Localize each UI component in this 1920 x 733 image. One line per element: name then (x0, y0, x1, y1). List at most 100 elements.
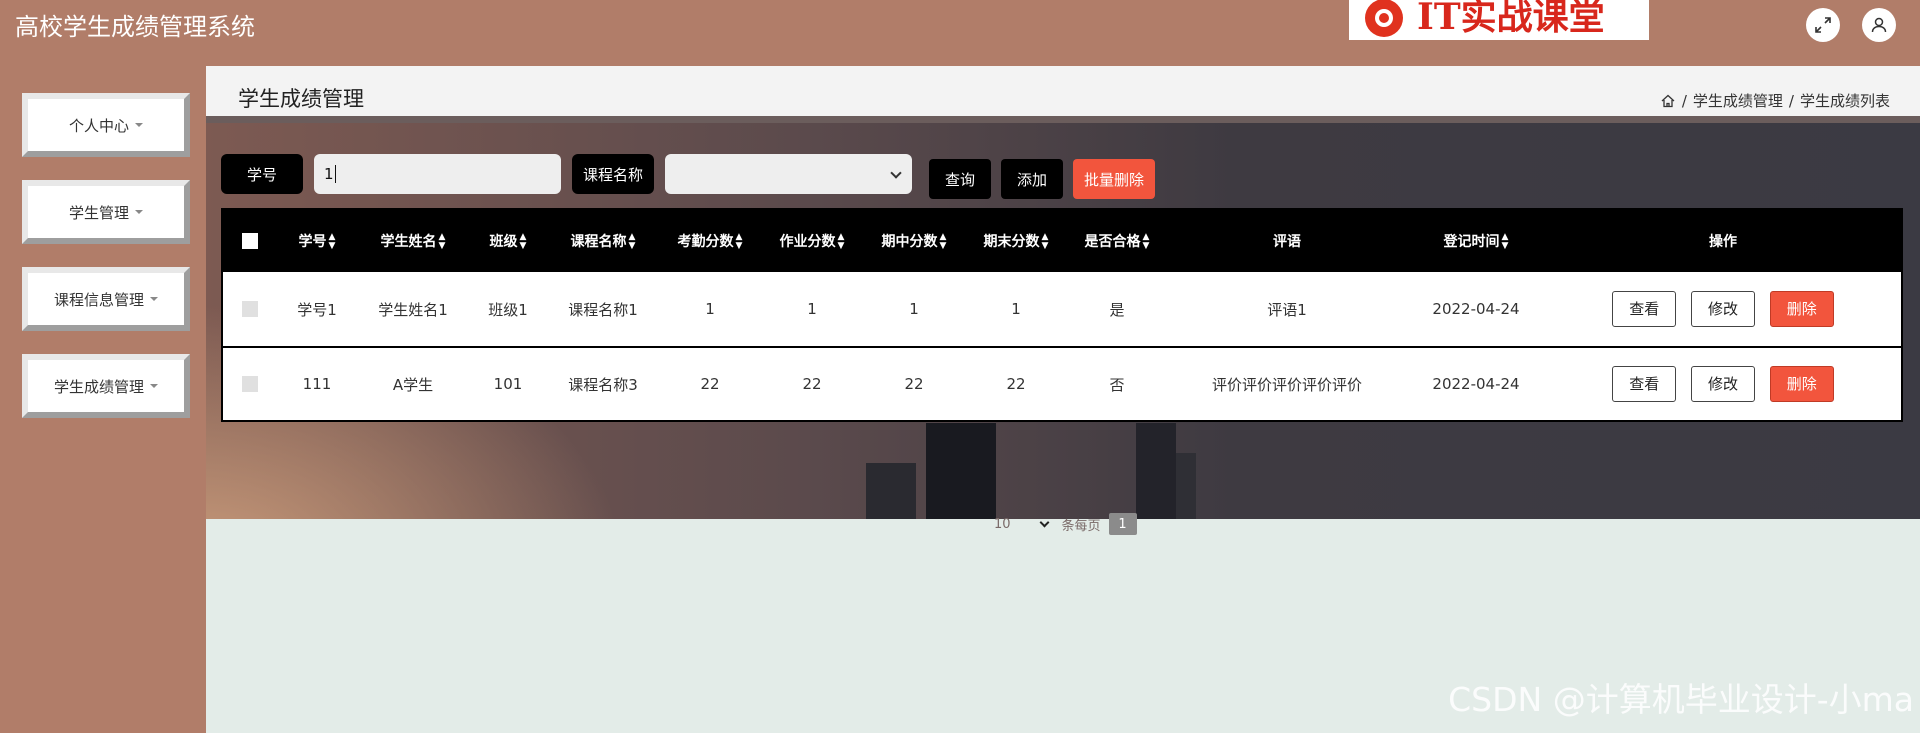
sidebar-item-grade-management[interactable]: 学生成绩管理 (22, 354, 190, 418)
view-button[interactable]: 查看 (1612, 366, 1677, 402)
column-header[interactable]: 作业分数 ▲ ▼ (761, 231, 863, 251)
grades-table: 学号 ▲ ▼ 学生姓名 ▲ ▼ 班级 ▲ ▼ 课程名称 ▲ ▼ 考勤分数 ▲ ▼ 作业分数 ▲ ▼ 期中… (221, 208, 1903, 422)
chevron-down-icon (890, 167, 902, 179)
background-building (926, 423, 996, 519)
sort-icon: ▲ ▼ (1501, 232, 1509, 251)
pagination: 10 条每页 1 (994, 513, 1137, 535)
column-header[interactable]: 登记时间 ▲ ▼ (1407, 231, 1545, 251)
user-button[interactable] (1862, 8, 1896, 42)
cell-passed: 是 (1109, 300, 1125, 319)
sort-icon: ▲ ▼ (628, 232, 636, 251)
cell-register-time: 2022-04-24 (1432, 375, 1520, 393)
cell-midterm-score: 22 (904, 375, 924, 393)
breadcrumb: / 学生成绩管理 / 学生成绩列表 (1660, 90, 1890, 111)
cell-homework-score: 22 (802, 375, 822, 393)
sidebar-item-label: 个人中心 (68, 116, 129, 135)
page-size-select[interactable]: 10 (994, 516, 1049, 532)
course-name-label: 课程名称 (572, 154, 654, 194)
background-building (866, 463, 916, 519)
fullscreen-button[interactable] (1806, 8, 1840, 42)
course-name-select[interactable] (665, 154, 912, 194)
cell-student-name: A学生 (392, 375, 434, 394)
sidebar-item-label: 学生管理 (68, 203, 129, 222)
home-icon[interactable] (1660, 93, 1676, 109)
edit-button[interactable]: 修改 (1691, 291, 1755, 327)
cell-attendance-score: 1 (705, 300, 715, 318)
sort-icon: ▲ ▼ (328, 232, 336, 251)
column-header[interactable]: 课程名称 ▲ ▼ (547, 231, 659, 251)
add-button[interactable]: 添加 (1001, 159, 1063, 199)
row-checkbox[interactable] (242, 301, 258, 317)
brand-banner: IT实战课堂 (1349, 0, 1649, 40)
column-header[interactable]: 学号 ▲ ▼ (277, 231, 357, 251)
select-all-checkbox[interactable] (242, 233, 258, 249)
fullscreen-icon (1815, 17, 1831, 33)
caret-down-icon (150, 297, 158, 301)
cell-course-name: 课程名称1 (568, 300, 638, 319)
column-header[interactable]: 考勤分数 ▲ ▼ (659, 231, 761, 251)
cell-student-name: 学生姓名1 (378, 300, 448, 319)
cell-actions: 查看 修改 删除 (1545, 366, 1901, 402)
row-checkbox-cell (223, 301, 277, 317)
cell-actions: 查看 修改 删除 (1545, 291, 1901, 327)
delete-button[interactable]: 删除 (1769, 366, 1834, 402)
cell-student-id: 学号1 (297, 300, 337, 319)
breadcrumb-separator: / (1681, 91, 1687, 110)
user-icon (1871, 17, 1887, 33)
batch-delete-button[interactable]: 批量删除 (1073, 159, 1155, 199)
select-all-checkbox-cell (223, 233, 277, 249)
text-cursor (334, 165, 336, 183)
cell-midterm-score: 1 (909, 300, 919, 318)
sort-icon: ▲ ▼ (438, 232, 446, 251)
watermark: CSDN @计算机毕业设计-小ma (1448, 680, 1914, 719)
app-title: 高校学生成绩管理系统 (15, 13, 255, 41)
cell-student-id: 111 (302, 375, 332, 393)
page-number-button[interactable]: 1 (1108, 513, 1137, 535)
page-size-value: 10 (994, 516, 1011, 532)
caret-down-icon (135, 123, 143, 127)
sidebar-item-label: 学生成绩管理 (53, 377, 144, 396)
main-content: 学生成绩管理 / 学生成绩管理 / 学生成绩列表 学号 1 课程名称 查询 添加… (206, 66, 1920, 733)
student-id-input[interactable]: 1 (314, 154, 561, 194)
cell-final-score: 22 (1006, 375, 1026, 393)
sidebar-item-student-management[interactable]: 学生管理 (22, 180, 190, 244)
cell-course-name: 课程名称3 (568, 375, 638, 394)
sidebar-item-label: 课程信息管理 (53, 290, 144, 309)
breadcrumb-item[interactable]: 学生成绩管理 (1693, 90, 1783, 111)
student-id-input-value: 1 (324, 165, 334, 183)
sort-icon: ▲ ▼ (519, 232, 527, 251)
caret-down-icon (135, 210, 143, 214)
chevron-down-icon (1039, 517, 1049, 527)
column-header: 评语 (1273, 234, 1301, 250)
column-header[interactable]: 是否合格 ▲ ▼ (1067, 231, 1167, 251)
sort-icon: ▲ ▼ (735, 232, 743, 251)
student-id-label: 学号 (221, 154, 303, 194)
column-header[interactable]: 学生姓名 ▲ ▼ (357, 231, 469, 251)
cell-class: 101 (493, 375, 523, 393)
column-header[interactable]: 期末分数 ▲ ▼ (965, 231, 1067, 251)
page-title: 学生成绩管理 (238, 87, 364, 111)
brand-text: IT实战课堂 (1417, 0, 1605, 38)
query-button[interactable]: 查询 (929, 159, 991, 199)
sort-icon: ▲ ▼ (1041, 232, 1049, 251)
sidebar-item-personal-center[interactable]: 个人中心 (22, 93, 190, 157)
cell-homework-score: 1 (807, 300, 817, 318)
row-checkbox-cell (223, 376, 277, 392)
cell-class: 班级1 (488, 300, 528, 319)
sort-icon: ▲ ▼ (837, 232, 845, 251)
delete-button[interactable]: 删除 (1769, 291, 1834, 327)
caret-down-icon (150, 384, 158, 388)
sidebar-item-course-management[interactable]: 课程信息管理 (22, 267, 190, 331)
view-button[interactable]: 查看 (1612, 291, 1677, 327)
background-building (1176, 453, 1196, 519)
cell-comment: 评价评价评价评价评价 (1211, 375, 1362, 394)
cell-passed: 否 (1109, 375, 1125, 394)
sidebar: 个人中心 学生管理 课程信息管理 学生成绩管理 (0, 66, 206, 733)
column-header[interactable]: 班级 ▲ ▼ (469, 231, 547, 251)
column-header[interactable]: 期中分数 ▲ ▼ (863, 231, 965, 251)
row-checkbox[interactable] (242, 376, 258, 392)
table-header: 学号 ▲ ▼ 学生姓名 ▲ ▼ 班级 ▲ ▼ 课程名称 ▲ ▼ 考勤分数 ▲ ▼ 作业分数 ▲ ▼ 期中… (223, 210, 1901, 272)
brand-logo-icon (1365, 0, 1403, 37)
page-header: 学生成绩管理 / 学生成绩管理 / 学生成绩列表 (206, 66, 1920, 123)
edit-button[interactable]: 修改 (1691, 366, 1755, 402)
